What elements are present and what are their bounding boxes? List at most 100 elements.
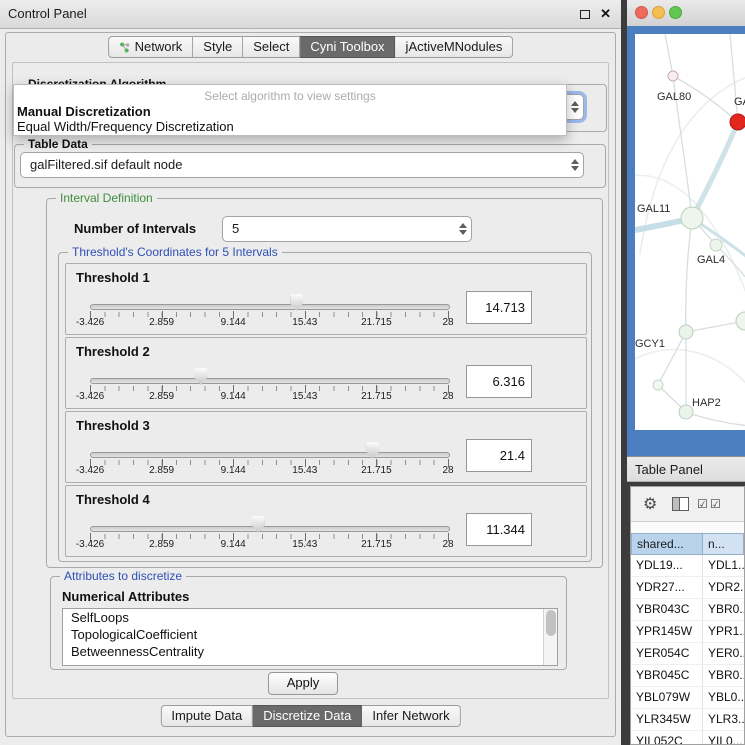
close-icon[interactable]: ✕ — [600, 6, 611, 22]
bottom-tab-impute-data[interactable]: Impute Data — [160, 705, 253, 727]
network-graph: GAL80 GAL11 GAL4 GCY1 HAP2 GA — [635, 34, 745, 430]
table-cell[interactable]: YBR0... — [703, 665, 744, 686]
dropdown-option-equal-width-frequency[interactable]: Equal Width/Frequency Discretization — [14, 119, 566, 134]
table-cell[interactable]: YBR043C — [631, 599, 703, 620]
tab-jactivemnodules[interactable]: jActiveMNodules — [396, 36, 514, 58]
table-cell[interactable]: YLR3... — [703, 709, 744, 730]
slider-track[interactable] — [90, 304, 450, 310]
threshold-slider[interactable]: -3.4262.8599.14415.4321.71528 — [90, 338, 448, 408]
table-panel-titlebar[interactable]: Table Panel — [627, 456, 745, 482]
column-header-shared-name[interactable]: shared... — [631, 533, 703, 555]
float-window-icon[interactable] — [580, 10, 590, 19]
attribute-list-item[interactable]: SelfLoops — [63, 609, 557, 626]
table-cell[interactable]: YDL1... — [703, 555, 744, 576]
threshold-value-input[interactable]: 14.713 — [466, 291, 532, 324]
minimize-traffic-light-icon[interactable] — [652, 6, 665, 19]
network-node[interactable] — [653, 380, 663, 390]
table-cell[interactable]: YDR27... — [631, 577, 703, 598]
table-cell[interactable]: YER0... — [703, 643, 744, 664]
threshold-value-input[interactable]: 21.4 — [466, 439, 532, 472]
threshold-value-input[interactable]: 6.316 — [466, 365, 532, 398]
network-node-gcy1[interactable] — [679, 325, 693, 339]
control-panel-title: Control Panel — [8, 0, 87, 28]
slider-scale-label: 2.859 — [149, 465, 174, 476]
attribute-list-item[interactable]: BetweennessCentrality — [63, 643, 557, 660]
list-scrollbar[interactable] — [543, 609, 557, 665]
table-cell[interactable]: YBL0... — [703, 687, 744, 708]
table-cell[interactable]: YER054C — [631, 643, 703, 664]
slider-scale-label: 9.144 — [221, 391, 246, 402]
bottom-tab-discretize-data[interactable]: Discretize Data — [253, 705, 362, 727]
scrollbar-thumb[interactable] — [546, 610, 556, 636]
slider-scale-label: 15.43 — [292, 391, 317, 402]
table-row[interactable]: YDR27...YDR2... — [631, 577, 744, 599]
table-cell[interactable]: YDL19... — [631, 555, 703, 576]
table-row[interactable]: YBR043CYBR0... — [631, 599, 744, 621]
close-traffic-light-icon[interactable] — [635, 6, 648, 19]
checkbox-icon[interactable]: ☑ — [710, 497, 721, 511]
number-of-intervals-combo[interactable]: 5 — [222, 216, 472, 242]
combo-stepper-icon[interactable] — [571, 101, 579, 113]
checkbox-icon[interactable]: ☑ — [697, 497, 708, 511]
table-data-combo[interactable]: galFiltered.sif default node — [20, 152, 584, 178]
network-node[interactable] — [736, 312, 745, 330]
tab-label: Style — [203, 39, 232, 55]
network-node-hap2[interactable] — [679, 405, 693, 419]
table-row[interactable]: YPR145WYPR1... — [631, 621, 744, 643]
column-header-name[interactable]: n... — [703, 533, 744, 555]
table-row[interactable]: YIL052CYIL0... — [631, 731, 744, 745]
apply-button[interactable]: Apply — [268, 672, 338, 695]
network-node-gal4[interactable] — [710, 239, 722, 251]
slider-track[interactable] — [90, 526, 450, 532]
combo-stepper-icon[interactable] — [459, 223, 467, 235]
combo-stepper-icon[interactable] — [571, 159, 579, 171]
table-row[interactable]: YBR045CYBR0... — [631, 665, 744, 687]
control-panel: Control Panel ✕ Network Style Select Cyni T… — [0, 0, 621, 745]
table-cell[interactable]: YBR045C — [631, 665, 703, 686]
table-cell[interactable]: YPR1... — [703, 621, 744, 642]
control-panel-titlebar[interactable]: Control Panel ✕ — [0, 0, 621, 29]
attribute-list-item[interactable]: TopologicalCoefficient — [63, 626, 557, 643]
table-cell[interactable]: YDR2... — [703, 577, 744, 598]
network-node-gal11[interactable] — [681, 207, 703, 229]
table-row[interactable]: YER054CYER0... — [631, 643, 744, 665]
threshold-slider[interactable]: -3.4262.8599.14415.4321.71528 — [90, 486, 448, 556]
dropdown-option-manual-discretization[interactable]: Manual Discretization — [14, 104, 566, 119]
zoom-traffic-light-icon[interactable] — [669, 6, 682, 19]
table-cell[interactable]: YIL052C — [631, 731, 703, 745]
network-canvas[interactable]: GAL80 GAL11 GAL4 GCY1 HAP2 GA — [635, 34, 745, 430]
table-cell[interactable]: YBR0... — [703, 599, 744, 620]
table-cell[interactable]: YIL0... — [703, 731, 744, 745]
tab-style[interactable]: Style — [193, 36, 243, 58]
numerical-attributes-label: Numerical Attributes — [62, 589, 189, 604]
tab-label: Select — [253, 39, 289, 55]
bottom-tab-infer-network[interactable]: Infer Network — [362, 705, 460, 727]
slider-track[interactable] — [90, 378, 450, 384]
tab-network[interactable]: Network — [108, 36, 194, 58]
table-cell[interactable]: YLR345W — [631, 709, 703, 730]
algorithm-placeholder: Select algorithm to view settings — [14, 85, 566, 104]
network-node[interactable] — [668, 71, 678, 81]
columns-icon[interactable] — [672, 497, 689, 511]
table-row[interactable]: YLR345WYLR3... — [631, 709, 744, 731]
slider-scale-label: -3.426 — [76, 465, 104, 476]
table-cell[interactable]: YBL079W — [631, 687, 703, 708]
threshold-panel: Threshold 2 -3.4262.8599.14415.4321.7152… — [65, 337, 587, 409]
tab-select[interactable]: Select — [243, 36, 300, 58]
numerical-attributes-list[interactable]: SelfLoopsTopologicalCoefficientBetweenne… — [62, 608, 558, 666]
tab-label: Network — [135, 39, 183, 55]
table-toolbar: ⚙ ☑ ☑ — [631, 487, 744, 522]
threshold-slider[interactable]: -3.4262.8599.14415.4321.71528 — [90, 412, 448, 482]
slider-scale-label: -3.426 — [76, 391, 104, 402]
slider-minor-ticks — [90, 312, 449, 317]
threshold-value-input[interactable]: 11.344 — [466, 513, 532, 546]
threshold-slider[interactable]: -3.4262.8599.14415.4321.71528 — [90, 264, 448, 334]
tab-cyni-toolbox[interactable]: Cyni Toolbox — [300, 36, 395, 58]
selected-red-node[interactable] — [730, 114, 745, 130]
table-row[interactable]: YDL19...YDL1... — [631, 555, 744, 577]
gear-icon[interactable]: ⚙ — [643, 494, 657, 514]
table-row[interactable]: YBL079WYBL0... — [631, 687, 744, 709]
slider-track[interactable] — [90, 452, 450, 458]
network-window-titlebar[interactable] — [627, 0, 745, 27]
table-cell[interactable]: YPR145W — [631, 621, 703, 642]
